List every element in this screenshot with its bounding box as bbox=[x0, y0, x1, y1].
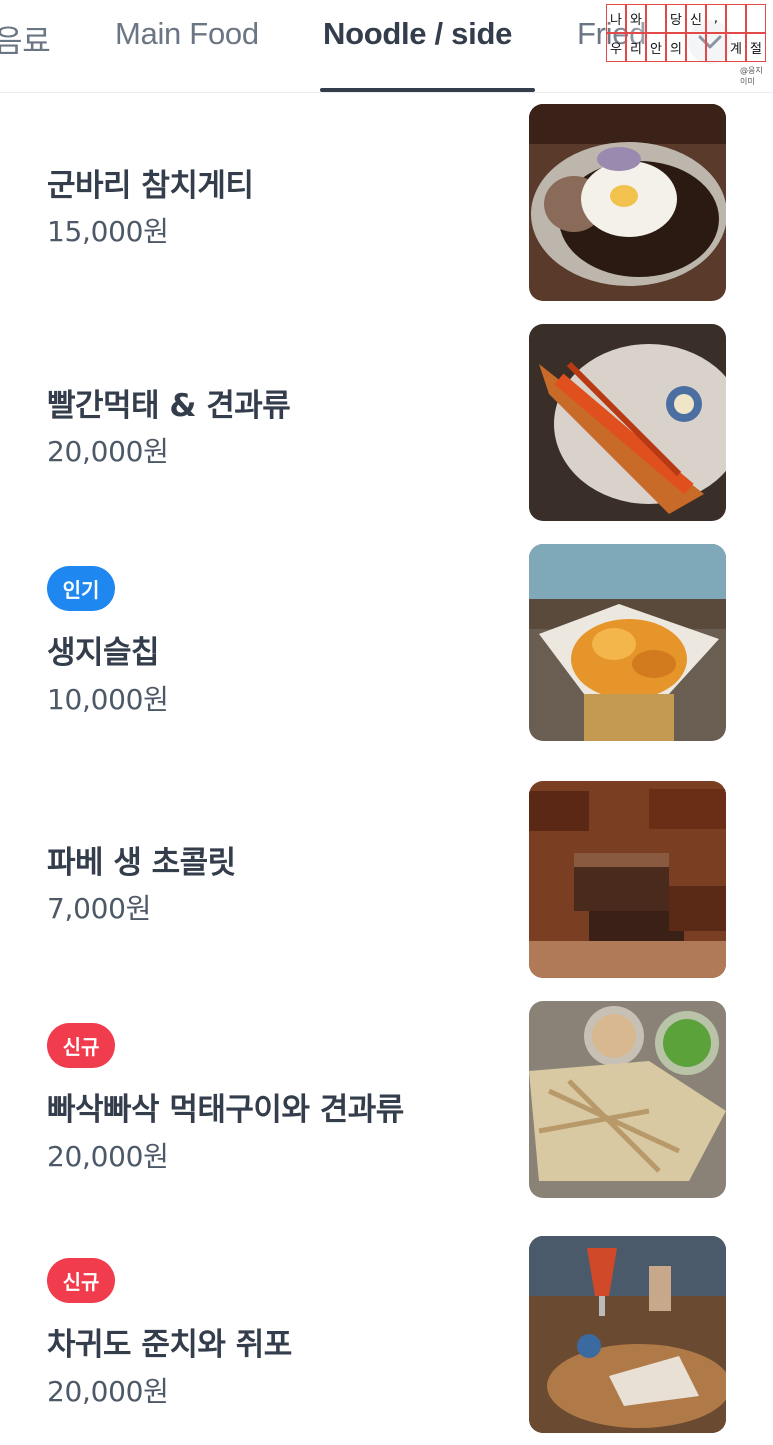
dried-pollock-and-nuts-photo[interactable] bbox=[529, 1001, 726, 1198]
new-badge: 신규 bbox=[47, 1023, 115, 1068]
grilled-red-pollock-photo[interactable] bbox=[529, 324, 726, 521]
menu-item[interactable]: 빨간먹태 & 견과류 20,000원 bbox=[0, 324, 773, 524]
stamp-cell: , bbox=[706, 4, 726, 33]
cocoa-chocolate-cubes-photo[interactable] bbox=[529, 781, 726, 978]
stamp-cell: 신 bbox=[686, 4, 706, 33]
category-tab-bar: 음료 Main Food Noodle / side Fried 나와당신,우리… bbox=[0, 0, 773, 93]
jjajang-noodle-fried-egg-photo[interactable] bbox=[529, 104, 726, 301]
potato-chips-photo[interactable] bbox=[529, 544, 726, 741]
menu-item-name: 생지슬칩 bbox=[47, 635, 160, 671]
menu-item-price: 7,000원 bbox=[47, 892, 152, 925]
stamp-cell: 안 bbox=[646, 33, 666, 62]
watermark-stamp: 나와당신, 우리안의 계절 @응지이미 bbox=[606, 4, 766, 86]
tab-noodle-side[interactable]: Noodle / side bbox=[323, 16, 512, 52]
stamp-cell: 의 bbox=[666, 33, 686, 62]
active-tab-indicator bbox=[320, 88, 535, 92]
menu-item[interactable]: 인기생지슬칩 10,000원 bbox=[0, 544, 773, 744]
menu-item[interactable]: 파베 생 초콜릿 7,000원 bbox=[0, 781, 773, 981]
stamp-cell bbox=[686, 33, 706, 62]
menu-item-price: 20,000원 bbox=[47, 435, 169, 468]
menu-item-price: 20,000원 bbox=[47, 1375, 169, 1408]
stamp-cell: 계 bbox=[726, 33, 746, 62]
stamp-cell bbox=[706, 33, 726, 62]
menu-item-name: 차귀도 준치와 쥐포 bbox=[47, 1327, 292, 1363]
tab-main-food[interactable]: Main Food bbox=[115, 16, 259, 52]
new-badge: 신규 bbox=[47, 1258, 115, 1303]
popular-badge: 인기 bbox=[47, 566, 115, 611]
menu-item-name: 빠삭빠삭 먹태구이와 견과류 bbox=[47, 1092, 404, 1128]
stamp-cell: 당 bbox=[666, 4, 686, 33]
menu-item[interactable]: 신규빠삭빠삭 먹태구이와 견과류 20,000원 bbox=[0, 1001, 773, 1201]
menu-item[interactable]: 군바리 참치게티 15,000원 bbox=[0, 104, 773, 304]
menu-item[interactable]: 신규차귀도 준치와 쥐포 20,000원 bbox=[0, 1236, 773, 1436]
stamp-cell bbox=[726, 4, 746, 33]
stamp-cell: 우 bbox=[606, 33, 626, 62]
menu-item-name: 군바리 참치게티 bbox=[47, 168, 254, 204]
dried-fish-platter-with-beer-photo[interactable] bbox=[529, 1236, 726, 1433]
menu-item-price: 15,000원 bbox=[47, 215, 169, 248]
tab-drinks[interactable]: 음료 bbox=[0, 16, 51, 61]
stamp-cell bbox=[646, 4, 666, 33]
menu-item-price: 20,000원 bbox=[47, 1140, 169, 1173]
stamp-cell: 리 bbox=[626, 33, 646, 62]
menu-item-price: 10,000원 bbox=[47, 683, 169, 716]
menu-item-name: 파베 생 초콜릿 bbox=[47, 845, 236, 881]
stamp-cell: 절 bbox=[746, 33, 766, 62]
stamp-cell: 나 bbox=[606, 4, 626, 33]
stamp-cell bbox=[746, 4, 766, 33]
stamp-cell: 와 bbox=[626, 4, 646, 33]
watermark-signature: @응지이미 bbox=[740, 66, 763, 86]
menu-item-name: 빨간먹태 & 견과류 bbox=[47, 388, 291, 424]
